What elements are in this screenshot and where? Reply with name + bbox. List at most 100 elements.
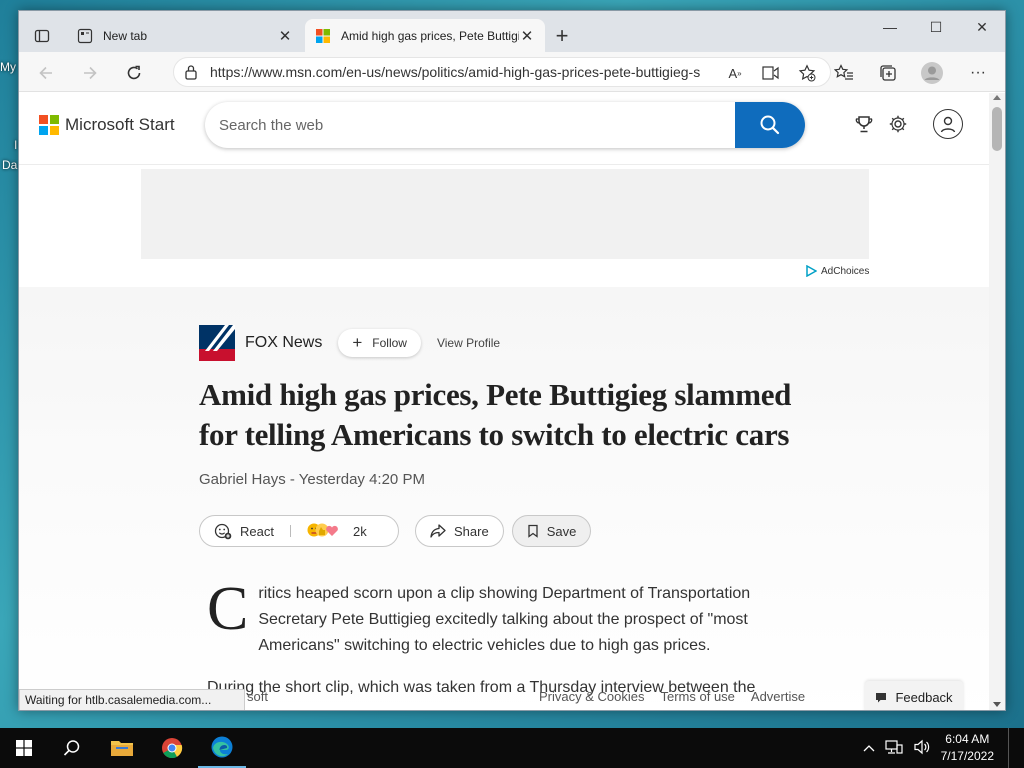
minimize-icon[interactable]: — [867,11,913,43]
source-row: FOX News + Follow View Profile [199,325,500,361]
reaction-emojis-icon [307,522,339,541]
collections-icon[interactable] [875,60,901,86]
taskbar-search-icon[interactable] [48,728,96,768]
favorites-icon[interactable] [831,60,857,86]
forward-arrow-icon[interactable] [77,60,103,86]
footer-link-advertise[interactable]: Advertise [751,689,805,704]
microsoft-logo-icon [39,115,59,135]
browser-window: New tab ✕ Amid high gas prices, Pete But… [18,10,1006,711]
refresh-icon[interactable] [121,60,147,86]
microsoft-start-logo[interactable]: Microsoft Start [39,115,175,135]
tab-title: New tab [103,29,148,43]
plus-icon: + [352,333,363,352]
chevron-up-icon[interactable] [863,741,875,755]
feedback-label: Feedback [895,689,953,705]
immersive-reader-icon[interactable] [758,62,784,84]
lock-icon[interactable] [184,64,198,83]
browser-toolbar: https://www.msn.com/en-us/news/politics/… [19,52,1005,92]
tab-title: Amid high gas prices, Pete Buttigieg sla… [341,29,519,43]
chrome-icon[interactable] [148,728,196,768]
adchoices-label: AdChoices [821,265,870,277]
article-actions: React 2k Share Save [199,515,592,547]
save-button[interactable]: Save [511,515,592,547]
share-icon [430,523,446,539]
footer-link-privacy[interactable]: Privacy & Cookies [539,689,644,704]
profile-avatar-icon[interactable] [919,60,945,86]
react-smiley-icon [214,522,232,540]
separator [289,525,291,537]
bookmark-icon [527,524,539,538]
share-label: Share [454,523,489,539]
page-viewport: Microsoft Start Search the web AdChoices… [19,93,1005,710]
save-label: Save [546,523,577,539]
page-scrollbar[interactable] [989,93,1005,710]
maximize-icon[interactable]: ☐ [913,11,959,43]
back-arrow-icon[interactable] [33,60,59,86]
ad-placeholder[interactable] [141,169,869,259]
feedback-button[interactable]: Feedback [865,681,963,710]
read-aloud-icon[interactable]: A» [722,62,748,84]
address-bar[interactable]: https://www.msn.com/en-us/news/politics/… [173,57,831,87]
tab-actions-icon[interactable] [27,21,57,51]
feedback-icon [876,693,887,703]
rewards-trophy-icon[interactable] [853,113,875,135]
view-profile-link[interactable]: View Profile [437,336,500,350]
tab-new-tab[interactable]: New tab ✕ [67,19,303,53]
edge-icon[interactable] [198,728,246,768]
clock[interactable]: 6:04 AM 7/17/2022 [941,731,994,765]
tab-article[interactable]: Amid high gas prices, Pete Buttigieg sla… [305,19,545,53]
scroll-down-icon[interactable] [993,702,1001,707]
article-byline: Gabriel Hays - Yesterday 4:20 PM [199,471,425,488]
clock-date: 7/17/2022 [940,749,994,763]
user-avatar-icon[interactable] [933,109,963,139]
start-windows-icon[interactable] [0,728,48,768]
new-tab-plus-icon[interactable]: + [551,25,573,48]
settings-gear-icon[interactable] [887,113,909,135]
footer-link-terms[interactable]: Terms of use [660,689,734,704]
search-input[interactable] [219,112,719,138]
status-bar: Waiting for htlb.casalemedia.com... [19,689,245,710]
adchoices-icon [806,265,817,277]
more-menu-icon[interactable]: ··· [965,60,991,86]
fox-news-logo[interactable] [199,325,235,361]
scroll-up-icon[interactable] [993,95,1001,100]
reaction-count: 2k [352,523,367,539]
close-tab-icon[interactable]: ✕ [277,27,293,45]
share-button[interactable]: Share [415,515,504,547]
new-tab-icon [77,28,93,44]
follow-button[interactable]: + Follow [338,329,421,357]
scroll-thumb[interactable] [992,107,1002,151]
article-headline: Amid high gas prices, Pete Buttigieg sla… [199,377,792,452]
add-favorite-icon[interactable] [794,62,820,84]
react-label: React [240,523,274,539]
drop-cap: C [207,575,249,643]
close-window-icon[interactable]: ✕ [959,11,1005,43]
follow-label: Follow [372,336,407,350]
adchoices-link[interactable]: AdChoices [805,265,869,277]
brand-name: Microsoft Start [65,115,175,134]
source-name[interactable]: FOX News [245,334,322,352]
desktop-icon-label[interactable]: Da [2,158,17,172]
desktop-icon-label[interactable]: My [0,60,16,74]
close-tab-icon[interactable]: ✕ [519,27,535,45]
microsoft-logo-icon [315,28,331,44]
search-box [205,102,805,148]
desktop-icon-label[interactable]: I [14,138,17,152]
paragraph-text: ritics heaped scorn upon a clip showing … [258,585,751,654]
copyright-text: soft [247,689,268,704]
tab-strip: New tab ✕ Amid high gas prices, Pete But… [19,11,1005,53]
search-button[interactable] [735,102,805,148]
volume-icon[interactable] [913,739,931,758]
clock-time: 6:04 AM [945,732,990,746]
msn-header: Microsoft Start [19,93,991,165]
article-body: Critics heaped scorn upon a clip showing… [207,575,797,701]
article-paragraph: Critics heaped scorn upon a clip showing… [207,575,797,659]
url-text: https://www.msn.com/en-us/news/politics/… [210,64,700,80]
react-button[interactable]: React 2k [199,515,399,547]
show-desktop-button[interactable] [1008,728,1014,768]
search-icon [760,115,780,135]
system-tray: 6:04 AM 7/17/2022 [863,728,1014,768]
network-icon[interactable] [885,739,903,758]
taskbar: 6:04 AM 7/17/2022 [0,728,1024,768]
file-explorer-icon[interactable] [98,728,146,768]
